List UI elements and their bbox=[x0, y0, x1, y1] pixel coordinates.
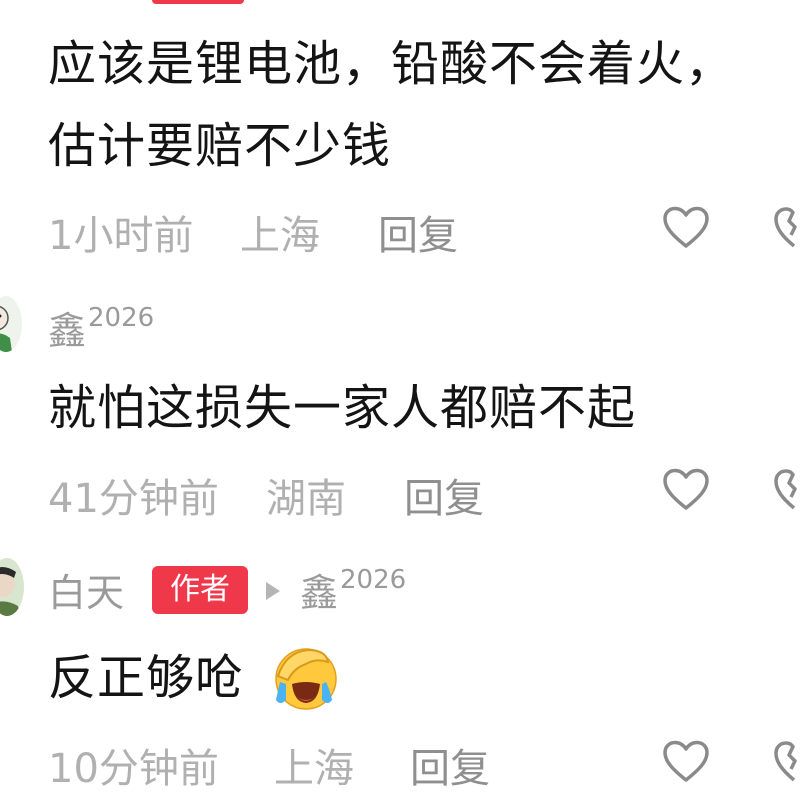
dislike-icon[interactable] bbox=[772, 740, 800, 782]
comment-text: 就怕这损失一家人都赔不起 bbox=[48, 380, 637, 436]
username[interactable]: 鑫2026 bbox=[48, 300, 154, 355]
comment-text-line1: 应该是锂电池，铅酸不会着火， bbox=[48, 36, 735, 92]
comment-time: 10分钟前 bbox=[48, 746, 219, 792]
comment-location: 上海 bbox=[240, 213, 320, 259]
comment-location: 湖南 bbox=[266, 476, 346, 522]
comment-location: 上海 bbox=[274, 746, 354, 792]
comment-text: 反正够呛 bbox=[48, 650, 245, 706]
emoji-icon bbox=[270, 646, 338, 716]
comment-time: 1小时前 bbox=[48, 213, 194, 259]
reply-to-username-suffix: 2026 bbox=[340, 565, 407, 595]
username-text: 鑫 bbox=[48, 309, 87, 353]
heart-icon[interactable] bbox=[662, 740, 710, 782]
comment-time: 41分钟前 bbox=[48, 476, 219, 522]
reply-to-username[interactable]: 鑫2026 bbox=[300, 562, 406, 617]
reply-arrow-icon bbox=[266, 582, 280, 600]
username-suffix: 2026 bbox=[88, 303, 155, 333]
dislike-icon[interactable] bbox=[772, 206, 800, 248]
reply-button[interactable]: 回复 bbox=[410, 736, 490, 794]
avatar[interactable] bbox=[0, 558, 24, 616]
author-badge: 作者 bbox=[152, 566, 248, 614]
username[interactable]: 白天 bbox=[48, 562, 124, 617]
comment-text-line2: 估计要赔不少钱 bbox=[48, 118, 392, 174]
dislike-icon[interactable] bbox=[772, 468, 800, 510]
heart-icon[interactable] bbox=[662, 206, 710, 248]
top-badge-fragment bbox=[152, 0, 244, 4]
heart-icon[interactable] bbox=[662, 468, 710, 510]
reply-to-username-text: 鑫 bbox=[300, 571, 339, 615]
avatar[interactable] bbox=[0, 296, 22, 352]
reply-button[interactable]: 回复 bbox=[404, 466, 484, 524]
reply-button[interactable]: 回复 bbox=[378, 203, 458, 261]
